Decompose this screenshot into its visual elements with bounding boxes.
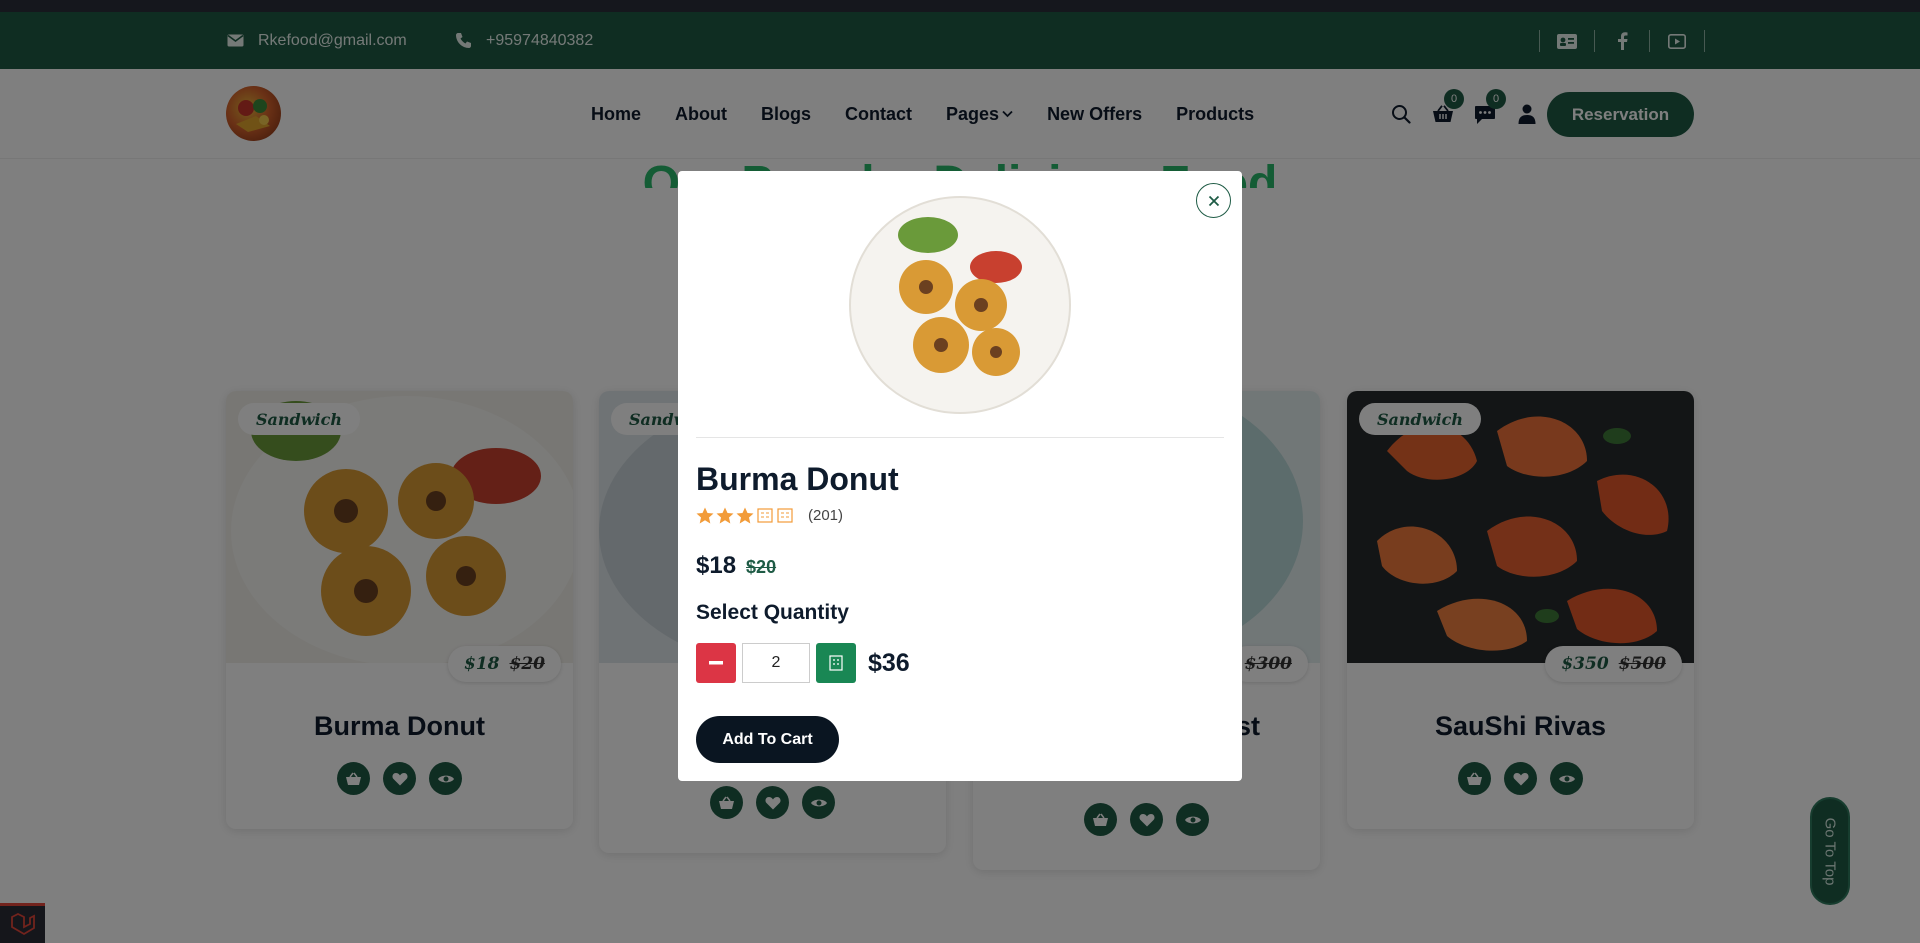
increase-quantity-button[interactable]: [816, 643, 856, 683]
price-current: $18: [696, 552, 737, 579]
star-filled-icon: [716, 507, 734, 524]
modal-prices: $18 $20: [696, 552, 776, 580]
quantity-label: Select Quantity: [696, 601, 849, 624]
price-old: $20: [746, 557, 777, 577]
star-rating: (201): [696, 507, 843, 524]
quick-view-modal: Burma Donut (201) $18 $20 Select Quantit…: [678, 171, 1242, 781]
quantity-input[interactable]: [742, 643, 810, 683]
total-price: $36: [868, 648, 910, 677]
review-count: (201): [808, 507, 844, 524]
star-empty-icon: [777, 508, 793, 523]
product-image: [846, 187, 1074, 415]
close-button[interactable]: [1196, 183, 1231, 218]
star-filled-icon: [696, 507, 714, 524]
plus-icon: [829, 655, 843, 671]
product-title: Burma Donut: [696, 461, 899, 497]
divider: [696, 437, 1224, 438]
star-empty-icon: [757, 508, 773, 523]
quantity-stepper: $36: [696, 643, 910, 683]
add-to-cart-button[interactable]: Add To Cart: [696, 716, 839, 763]
star-filled-icon: [736, 507, 754, 524]
minus-icon: [709, 661, 723, 665]
decrease-quantity-button[interactable]: [696, 643, 736, 683]
close-icon: [1208, 195, 1219, 206]
